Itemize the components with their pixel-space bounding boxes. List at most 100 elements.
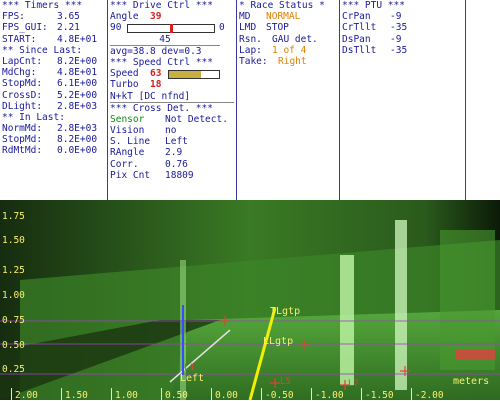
crossd-label: CrossD: xyxy=(2,89,43,101)
sline-label: S. Line xyxy=(110,136,151,148)
y-tick: 0.75 xyxy=(2,315,25,326)
rdmtmd-label: RdMtMd: xyxy=(2,145,43,157)
fps-gui-label: FPS_GUI: xyxy=(2,22,48,34)
angle-value: 39 xyxy=(150,11,162,23)
label-l1: L1 xyxy=(184,363,195,373)
bright-post xyxy=(395,220,407,390)
stopmd2-value: 8.2E+00 xyxy=(57,134,98,146)
lapcnt-label: LapCnt: xyxy=(2,55,43,67)
start-value: 4.8E+01 xyxy=(57,33,98,45)
x-tick: -2.00 xyxy=(415,390,444,401)
lap-label: Lap: xyxy=(239,44,262,56)
take-label: Take: xyxy=(239,55,268,67)
angle-slider[interactable] xyxy=(127,24,215,34)
corr-label: Corr. xyxy=(110,158,139,170)
since-last-title: ** Since Last: xyxy=(2,44,83,56)
md-value: NORMAL xyxy=(266,11,301,23)
x-tick-mark xyxy=(161,388,162,400)
ptu-title: *** PTU *** xyxy=(342,0,405,11)
y-tick: 0.25 xyxy=(2,364,25,375)
x-tick: 1.00 xyxy=(115,390,138,401)
dlight-value: 2.8E+03 xyxy=(57,100,98,112)
fps-label: FPS: xyxy=(2,11,25,23)
dlight-label: DLight: xyxy=(2,100,43,112)
rsn-label: Rsn. xyxy=(239,33,262,45)
slider-max-label: 0 xyxy=(219,22,225,34)
take-value: Right xyxy=(278,55,307,67)
drive-ctrl-title: *** Drive Ctrl *** xyxy=(110,0,213,11)
camera-view[interactable]: TLgtp LLgtp Left L1 L5 L7 meters xyxy=(0,200,500,400)
label-left: Left xyxy=(180,373,205,384)
dstilt-value: -35 xyxy=(390,44,408,56)
red-blob-markers xyxy=(455,350,495,360)
sline-value: Left xyxy=(165,136,188,148)
vision-value: no xyxy=(165,125,177,137)
angle-slider-handle[interactable] xyxy=(169,24,173,34)
meters-unit-label: meters xyxy=(453,376,490,387)
label-tlgtp: TLgtp xyxy=(270,306,301,317)
mdchg-label: MdChg: xyxy=(2,67,37,79)
race-status-panel: * Race Status * MD NORMAL LMD STOP Rsn. GAU… xyxy=(239,0,337,200)
y-tick: 1.00 xyxy=(2,290,25,301)
rangle-label: RAngle xyxy=(110,147,145,159)
fps-gui-value: 2.21 xyxy=(57,22,80,34)
rsn-value: GAU det. xyxy=(272,33,318,45)
panel-divider xyxy=(465,0,466,200)
label-l7: L7 xyxy=(348,379,359,389)
lap-value: 1 of 4 xyxy=(272,44,307,56)
x-tick-mark xyxy=(61,388,62,400)
md-label: MD xyxy=(239,11,251,23)
label-llgtp: LLgtp xyxy=(263,336,294,347)
start-label: START: xyxy=(2,33,37,45)
rdmtmd-value: 0.0E+00 xyxy=(57,145,98,157)
mdchg-value: 4.8E+01 xyxy=(57,67,98,79)
turbo-label: Turbo xyxy=(110,79,139,91)
speed-bar-fill xyxy=(169,71,201,79)
in-last-title: ** In Last: xyxy=(2,111,65,123)
x-tick: -0.50 xyxy=(265,390,294,401)
lmd-label: LMD xyxy=(239,22,257,34)
pixcnt-label: Pix Cnt xyxy=(110,169,151,181)
sensor-value: Not Detect. xyxy=(165,113,228,125)
race-status-title: * Race Status * xyxy=(239,0,325,11)
timers-title: *** Timers *** xyxy=(2,0,83,11)
stopmd2-label: StopMd: xyxy=(2,134,43,146)
avg-dev-readout: avg=38.8 dev=0.3 xyxy=(110,44,220,57)
y-tick: 1.50 xyxy=(2,235,25,246)
speed-ctrl-title: *** Speed Ctrl *** xyxy=(110,56,213,68)
lapcnt-value: 8.2E+00 xyxy=(57,55,98,67)
x-tick-mark xyxy=(311,388,312,400)
panel-divider xyxy=(107,0,108,200)
wall-block xyxy=(440,230,495,370)
x-tick-mark xyxy=(411,388,412,400)
y-tick: 0.50 xyxy=(2,340,25,351)
sensor-label: Sensor xyxy=(110,113,145,125)
crtilt-label: CrTllt xyxy=(342,22,377,34)
drive-ctrl-panel: *** Drive Ctrl *** Angle 39 90 0 45 avg=3… xyxy=(110,0,234,200)
bright-post xyxy=(340,255,354,385)
normmd-label: NormMd: xyxy=(2,123,43,135)
speed-bar xyxy=(168,70,220,80)
x-tick-mark xyxy=(261,388,262,400)
dspan-label: DsPan xyxy=(342,33,371,45)
panel-divider xyxy=(236,0,237,200)
x-tick: 1.50 xyxy=(65,390,88,401)
dstilt-label: DsTllt xyxy=(342,44,377,56)
normmd-value: 2.8E+03 xyxy=(57,123,98,135)
fps-value: 3.65 xyxy=(57,11,80,23)
cross-det-title: *** Cross Det. *** xyxy=(110,101,234,114)
stopmd-value: 6.1E+00 xyxy=(57,78,98,90)
corr-value: 0.76 xyxy=(165,158,188,170)
lmd-value: STOP xyxy=(266,22,289,34)
label-l5: L5 xyxy=(280,377,291,387)
x-tick: 0.50 xyxy=(165,390,188,401)
crpan-label: CrPan xyxy=(342,11,371,23)
slider-value: 45 xyxy=(159,33,171,45)
vision-label: Vision xyxy=(110,125,145,137)
speed-value: 63 xyxy=(150,68,162,80)
crtilt-value: -35 xyxy=(390,22,408,34)
x-tick-mark xyxy=(111,388,112,400)
slider-min-label: 90 xyxy=(110,22,122,34)
stopmd-label: StopMd: xyxy=(2,78,43,90)
crpan-value: -9 xyxy=(390,11,402,23)
